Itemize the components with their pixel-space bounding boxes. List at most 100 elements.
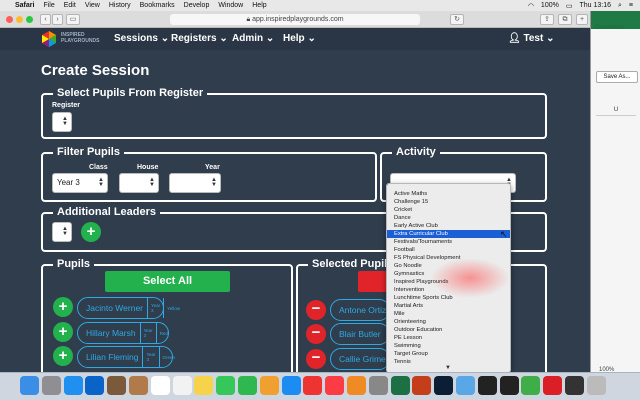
search-icon[interactable]: ⌕ xyxy=(618,2,622,10)
year-select[interactable]: ▲ ▼ xyxy=(169,173,221,193)
battery-label[interactable]: 100% xyxy=(541,2,559,9)
back-icon[interactable]: ‹ xyxy=(40,14,51,25)
excel-icon[interactable] xyxy=(390,376,410,395)
menu-window[interactable]: Window xyxy=(218,2,243,9)
menu-app-name[interactable]: Safari xyxy=(15,2,34,9)
menu-help[interactable]: Help xyxy=(252,2,266,9)
control-center-icon[interactable]: ≡ xyxy=(629,2,633,9)
activity-option[interactable]: Orienteering xyxy=(387,318,510,326)
add-pupil-button[interactable]: + xyxy=(53,297,73,317)
activity-option[interactable]: Cricket xyxy=(387,206,510,214)
menu-view[interactable]: View xyxy=(85,2,100,9)
minimize-window-icon[interactable] xyxy=(16,16,23,23)
scroll-down-icon[interactable]: ▼ xyxy=(445,365,451,371)
preview-icon[interactable] xyxy=(107,376,127,395)
calendar-icon[interactable] xyxy=(150,376,170,395)
nav-help[interactable]: Help ⌄ xyxy=(283,33,316,44)
photos-icon[interactable] xyxy=(259,376,279,395)
activity-option[interactable]: Intervention xyxy=(387,286,510,294)
zoom-window-icon[interactable] xyxy=(26,16,33,23)
remove-pupil-button[interactable]: − xyxy=(306,324,326,344)
forward-icon[interactable]: › xyxy=(52,14,63,25)
pupil-chip[interactable]: Hillary Marsh Year 3 Red xyxy=(77,322,169,344)
selected-pupil-chip[interactable]: Antone Ortiz xyxy=(330,299,390,321)
house-select[interactable]: ▲ ▼ xyxy=(119,173,159,193)
finder-window-icon[interactable] xyxy=(456,376,475,395)
launchpad-icon[interactable] xyxy=(41,376,61,395)
tabs-icon[interactable]: ⧉ xyxy=(558,14,572,25)
add-pupil-button[interactable]: + xyxy=(53,346,73,366)
news-icon[interactable] xyxy=(303,376,323,395)
activity-option[interactable]: Outdoor Education xyxy=(387,326,510,334)
activity-option[interactable]: Target Group xyxy=(387,350,510,358)
reload-icon[interactable]: ↻ xyxy=(450,14,464,25)
remove-pupil-button[interactable]: − xyxy=(306,300,326,320)
share-icon[interactable]: ⇪ xyxy=(540,14,554,25)
notes-icon[interactable] xyxy=(194,376,214,395)
safari-icon[interactable] xyxy=(63,376,83,395)
activity-option[interactable]: FS Physical Development xyxy=(387,254,510,262)
nav-registers[interactable]: Registers ⌄ xyxy=(171,33,228,44)
remove-pupil-button[interactable]: − xyxy=(306,349,326,369)
activity-option[interactable]: Football xyxy=(387,246,510,254)
address-bar[interactable]: 🔒︎ app.inspiredplaygrounds.com xyxy=(170,14,420,25)
music-icon[interactable] xyxy=(325,376,345,395)
add-pupil-button[interactable]: + xyxy=(53,322,73,342)
user-menu[interactable]: 👤︎ Test ⌄ xyxy=(508,33,554,44)
trash-icon[interactable] xyxy=(586,376,606,395)
activity-option[interactable]: Festivals/Tournaments xyxy=(387,238,510,246)
activity-option[interactable]: Early Active Club xyxy=(387,222,510,230)
camtasia-icon[interactable] xyxy=(521,376,541,395)
inspired-playgrounds-logo[interactable] xyxy=(40,30,58,48)
photoshop-icon[interactable] xyxy=(434,376,454,395)
activity-option[interactable]: Mile xyxy=(387,310,510,318)
close-window-icon[interactable] xyxy=(6,16,13,23)
activity-option[interactable]: Gymnastics xyxy=(387,270,510,278)
selected-pupil-chip[interactable]: Blair Butler xyxy=(330,323,390,345)
clock[interactable]: Thu 13:16 xyxy=(579,2,611,9)
activity-option[interactable]: Go Noodle xyxy=(387,262,510,270)
activity-option[interactable]: Martial Arts xyxy=(387,302,510,310)
activity-option[interactable]: Challenge 15 xyxy=(387,198,510,206)
column-header-u[interactable]: U xyxy=(596,107,636,116)
screen-icon[interactable] xyxy=(565,376,584,395)
appstore-icon[interactable] xyxy=(281,376,301,395)
finder-icon[interactable] xyxy=(20,376,39,395)
register-select[interactable]: ▲ ▼ xyxy=(52,112,72,132)
battery-icon[interactable]: ▭ xyxy=(566,2,573,10)
pupil-chip[interactable]: Lilian Fleming Year 3 Green xyxy=(77,346,175,368)
menu-history[interactable]: History xyxy=(109,2,131,9)
deselect-all-button[interactable] xyxy=(358,271,388,292)
activity-option[interactable]: Lunchtime Sports Club xyxy=(387,294,510,302)
reminders-icon[interactable] xyxy=(172,376,192,395)
nav-sessions[interactable]: Sessions ⌄ xyxy=(114,33,169,44)
activity-option[interactable]: Active Maths xyxy=(387,190,510,198)
outlook-icon[interactable] xyxy=(85,376,105,395)
add-leader-button[interactable]: + xyxy=(81,222,101,242)
messages-icon[interactable] xyxy=(216,376,236,395)
contacts-icon[interactable] xyxy=(129,376,148,395)
activity-option[interactable]: PE Lesson xyxy=(387,334,510,342)
menu-bookmarks[interactable]: Bookmarks xyxy=(140,2,175,9)
select-all-button[interactable]: Select All xyxy=(105,271,230,292)
comments-button[interactable]: Comments xyxy=(595,25,624,31)
powerpoint-icon[interactable] xyxy=(412,376,432,395)
wifi-icon[interactable]: ◠ xyxy=(528,2,534,10)
pupil-chip[interactable]: Jacinto Werner Year 3 Yellow xyxy=(77,297,180,319)
save-as-button[interactable]: Save As... xyxy=(596,71,638,83)
selected-pupil-chip[interactable]: Callie Grimes xyxy=(330,348,390,370)
facetime-icon[interactable] xyxy=(238,376,257,395)
leader-select[interactable]: ▲ ▼ xyxy=(52,222,72,242)
creative-cloud-icon[interactable] xyxy=(543,376,563,395)
menu-file[interactable]: File xyxy=(43,2,54,9)
activity-option-highlighted[interactable]: Extra Curricular Club xyxy=(387,230,510,238)
class-select[interactable]: Year 3 ▲ ▼ xyxy=(52,173,108,193)
menu-develop[interactable]: Develop xyxy=(184,2,210,9)
activity-option[interactable]: Swimming xyxy=(387,342,510,350)
books-icon[interactable] xyxy=(347,376,366,395)
new-tab-icon[interactable]: + xyxy=(576,14,588,25)
activity-icon[interactable] xyxy=(499,376,519,395)
activity-option[interactable]: Inspired Playgrounds xyxy=(387,278,510,286)
activity-option[interactable]: Dance xyxy=(387,214,510,222)
terminal-icon[interactable] xyxy=(477,376,497,395)
